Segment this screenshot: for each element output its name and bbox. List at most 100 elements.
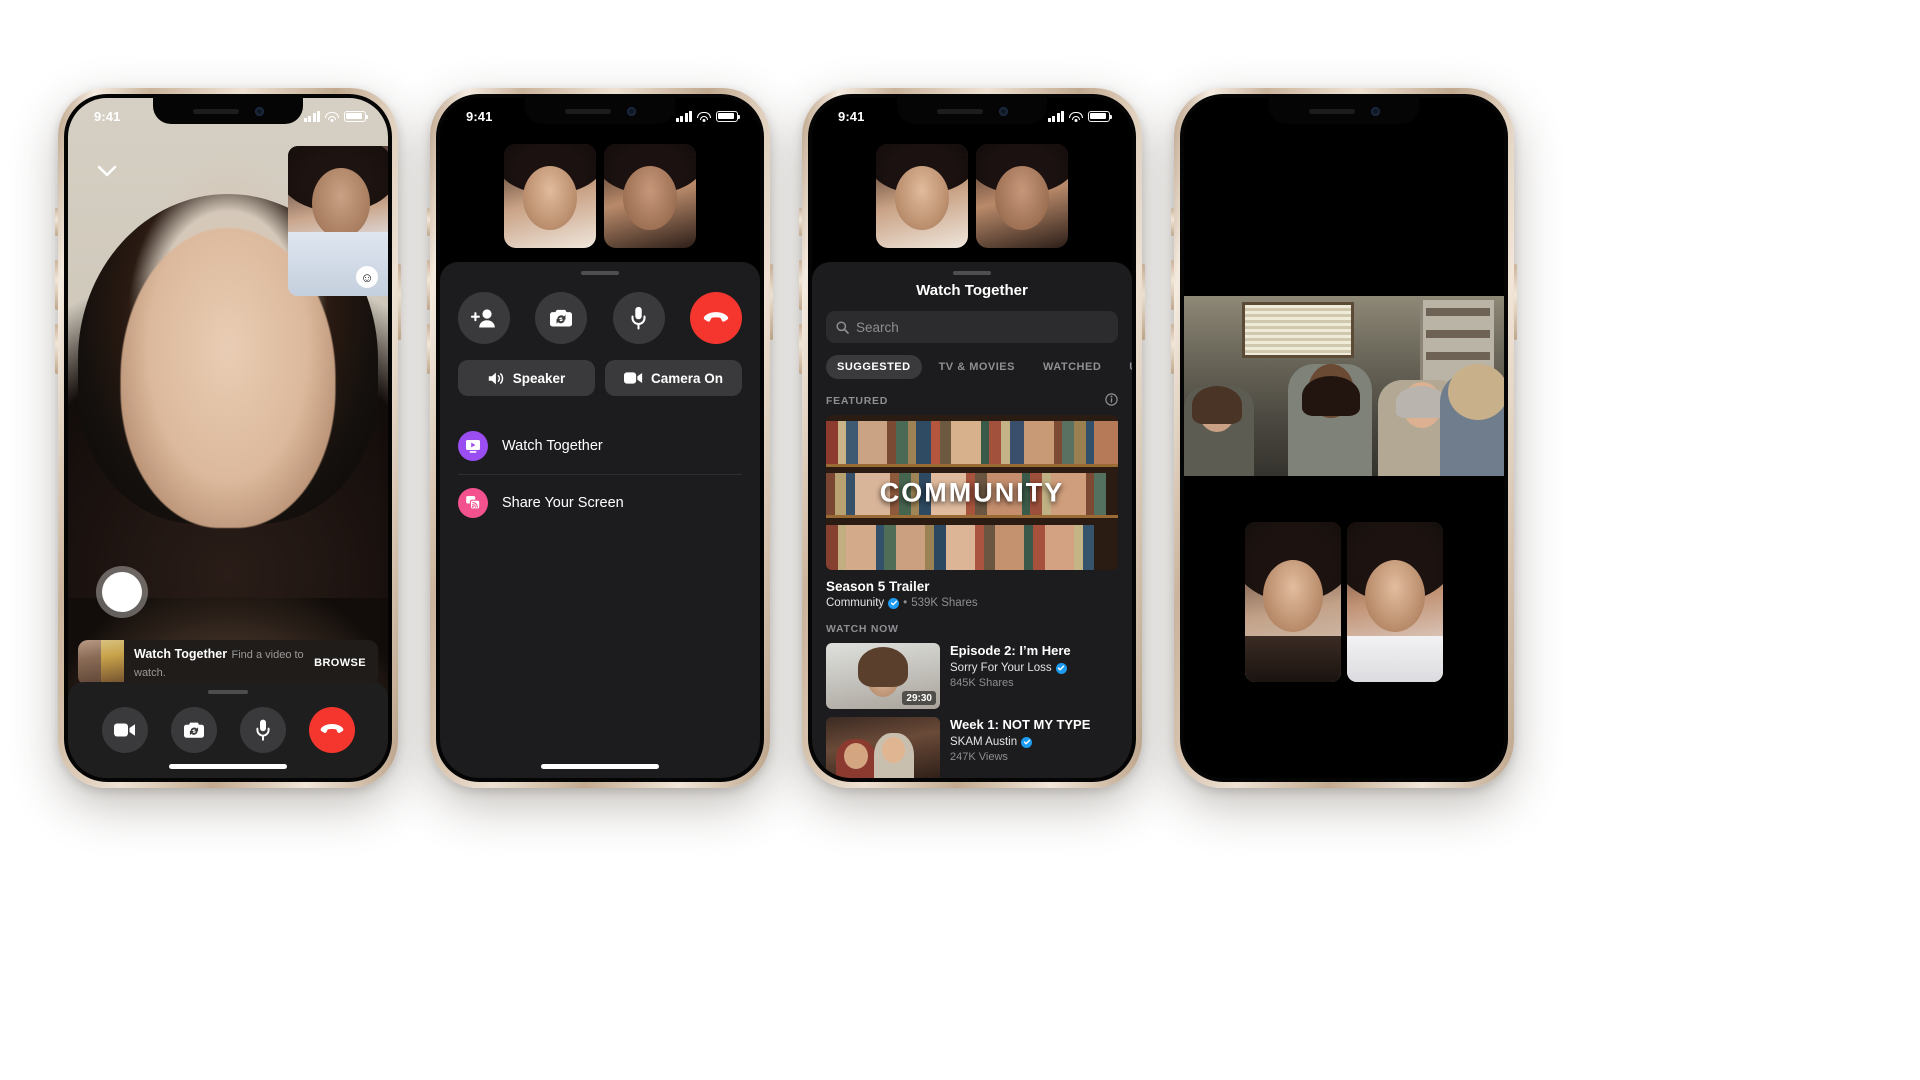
sheet-grabber[interactable] [581, 271, 619, 275]
phone-power-button [770, 264, 773, 340]
earpiece-speaker [1308, 108, 1355, 114]
home-indicator[interactable] [541, 764, 659, 769]
participant-tile-2[interactable] [976, 144, 1068, 248]
tab-suggested[interactable]: SUGGESTED [826, 355, 922, 379]
category-tabs: SUGGESTED TV & MOVIES WATCHED U [826, 355, 1132, 379]
tab-more[interactable]: U [1118, 355, 1132, 379]
banner-title: Watch Together [134, 647, 228, 661]
battery-icon [716, 110, 741, 122]
round-control-row [458, 292, 742, 344]
verified-badge-icon [1021, 736, 1033, 748]
sheet-menu-list: Watch Together Share Your Screen [458, 418, 742, 530]
wifi-icon [697, 111, 711, 122]
status-bar: 9:41 [440, 98, 760, 128]
status-time: 9:41 [466, 108, 493, 124]
share-screen-menu-item[interactable]: Share Your Screen [458, 474, 742, 530]
cellular-bars-icon [1047, 110, 1064, 122]
video-duration: 29:30 [902, 691, 936, 705]
participant-face [623, 166, 677, 230]
screen-share-icon [458, 487, 488, 518]
cellular-bars-icon [675, 110, 692, 122]
status-bar: 9:41 [812, 98, 1132, 128]
phone-side-button [55, 208, 58, 236]
video-channel-row: Sorry For Your Loss [950, 662, 1071, 674]
end-call-button[interactable] [308, 707, 355, 753]
list-item[interactable]: Week 1: NOT MY TYPE SKAM Austin 247K Vie… [826, 717, 1118, 778]
shared-video-player[interactable] [1184, 296, 1504, 476]
featured-separator: • [903, 597, 908, 609]
self-view-thumbnail[interactable]: ☺ [288, 146, 388, 296]
watch-together-icon [458, 431, 488, 461]
smiley-face-icon[interactable]: ☺ [356, 266, 378, 288]
home-indicator[interactable] [169, 764, 287, 769]
capture-button[interactable] [96, 566, 148, 618]
speaker-toggle[interactable]: Speaker [458, 360, 595, 396]
menu-item-label: Share Your Screen [502, 494, 624, 511]
watch-together-menu-item[interactable]: Watch Together [458, 418, 742, 474]
watch-now-label: WATCH NOW [826, 623, 899, 635]
phone-power-button [1142, 264, 1145, 340]
phone-volume-up-button [55, 260, 58, 310]
camera-toggle[interactable]: Camera On [605, 360, 742, 396]
phone-volume-up-button [799, 260, 802, 310]
page-title: Watch Together [916, 282, 1028, 299]
banner-text-group: Watch Together Find a video to watch. [124, 645, 314, 681]
minimize-call-button[interactable] [94, 158, 120, 184]
cellular-bars-icon [303, 110, 320, 122]
device-notch [1269, 98, 1419, 124]
participant-tile-1[interactable] [504, 144, 596, 248]
featured-section-header: FEATURED [826, 393, 1118, 409]
phone-side-button [1171, 208, 1174, 236]
tab-watched[interactable]: WATCHED [1032, 355, 1112, 379]
bookshelf-row [826, 415, 1118, 467]
verified-badge-icon [1055, 662, 1067, 674]
list-item-text: Episode 2: I’m Here Sorry For Your Loss … [950, 643, 1071, 689]
flip-camera-button[interactable] [535, 292, 588, 344]
tab-tv-movies[interactable]: TV & MOVIES [928, 355, 1026, 379]
list-item-text: Week 1: NOT MY TYPE SKAM Austin 247K Vie… [950, 717, 1090, 763]
phone-side-button [799, 208, 802, 236]
participant-tile-2[interactable] [604, 144, 696, 248]
participant-face [523, 166, 577, 230]
participant-tile-1[interactable] [876, 144, 968, 248]
featured-label: FEATURED [826, 395, 888, 407]
video-channel-row: SKAM Austin [950, 736, 1090, 748]
phone-volume-down-button [1171, 324, 1174, 374]
flip-camera-button[interactable] [170, 707, 217, 753]
list-item[interactable]: 29:30 Episode 2: I’m Here Sorry For Your… [826, 643, 1118, 709]
call-options-sheet: Speaker Camera On Watch Together Share Y… [440, 262, 760, 778]
featured-channel: Community [826, 597, 885, 609]
microphone-button[interactable] [239, 707, 286, 753]
video-camera-button[interactable] [101, 707, 148, 753]
wifi-icon [1069, 111, 1083, 122]
microphone-button[interactable] [612, 292, 665, 344]
watch-together-banner[interactable]: Watch Together Find a video to watch. BR… [78, 640, 378, 686]
status-indicators [1047, 110, 1113, 122]
video-channel: Sorry For Your Loss [950, 662, 1052, 675]
self-view-face [312, 168, 370, 238]
video-stats: 247K Views [950, 751, 1008, 764]
battery-icon [1088, 110, 1113, 122]
info-circle-icon[interactable] [1105, 393, 1118, 409]
featured-video-card[interactable]: COMMUNITY [826, 415, 1118, 570]
sheet-grabber[interactable] [953, 271, 991, 275]
phone-volume-down-button [55, 324, 58, 374]
search-placeholder: Search [856, 319, 899, 335]
bookshelf-row [826, 518, 1118, 570]
participant-body [1347, 636, 1443, 682]
phone-bezel: 9:41 [808, 94, 1136, 782]
phone3-screen: 9:41 Watch Together Search SUGGESTED TV … [812, 98, 1132, 778]
participant-pip-1[interactable] [1245, 522, 1341, 682]
participant-face [995, 166, 1049, 230]
self-view-body [288, 232, 388, 296]
participant-face [1263, 560, 1323, 632]
search-input[interactable]: Search [826, 311, 1118, 343]
featured-title: Season 5 Trailer [826, 579, 930, 594]
add-person-button[interactable] [458, 292, 510, 344]
browse-button[interactable]: BROWSE [314, 657, 366, 669]
phone-bezel: 9:41 ☺ Watch Together Find a video to wa… [64, 94, 392, 782]
participant-pip-2[interactable] [1347, 522, 1443, 682]
end-call-button[interactable] [689, 292, 742, 344]
sheet-grabber[interactable] [208, 690, 248, 694]
phone-volume-up-button [1171, 260, 1174, 310]
